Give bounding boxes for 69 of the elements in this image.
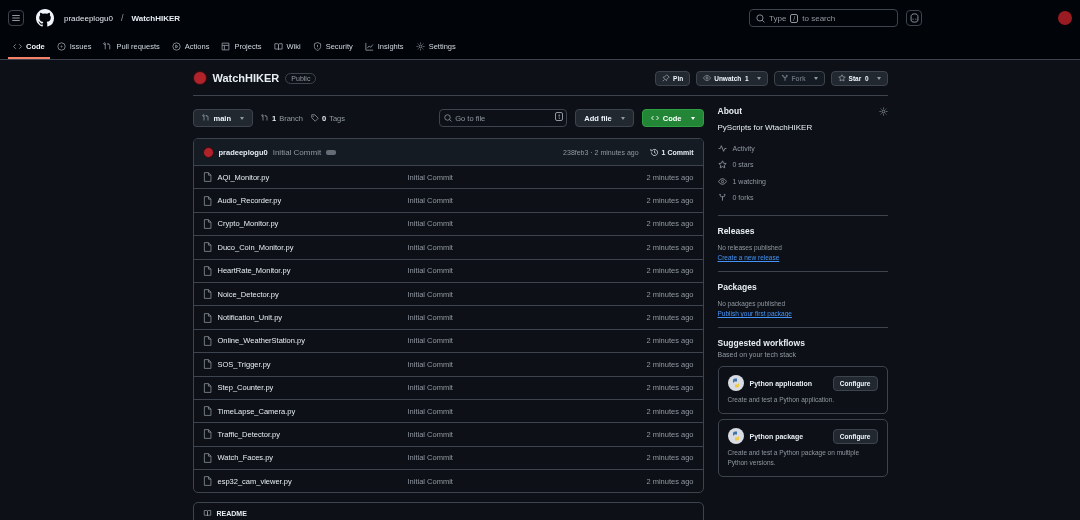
python-logo-icon (727, 375, 744, 391)
caret-icon (620, 116, 625, 120)
ellipsis-icon[interactable] (326, 149, 337, 155)
book-icon (202, 509, 212, 518)
file-icon (202, 476, 212, 487)
octocat-logo-icon[interactable] (36, 9, 54, 27)
file-icon (202, 242, 212, 253)
pull-request-icon (103, 42, 113, 51)
history-icon (649, 147, 659, 157)
caret-icon (240, 116, 244, 120)
code-icon (13, 42, 22, 51)
fork-icon (717, 193, 727, 203)
play-icon (171, 42, 181, 51)
caret-icon (756, 76, 761, 80)
file-icon (202, 195, 212, 206)
file-icon (202, 335, 212, 346)
file-icon (202, 289, 212, 300)
workflows-heading: Suggested workflows (717, 338, 805, 348)
fork-icon (780, 74, 789, 82)
file-icon (202, 382, 212, 393)
file-icon (202, 312, 212, 323)
caret-icon (690, 116, 695, 120)
owner-link[interactable]: pradeeplogu0 (64, 13, 113, 23)
caret-icon (813, 76, 818, 80)
search-icon (444, 114, 453, 122)
issue-icon (56, 42, 66, 51)
about-heading: About (717, 106, 743, 116)
branch-icon (261, 114, 269, 122)
owner-avatar (192, 71, 207, 85)
copilot-button[interactable] (906, 10, 922, 26)
menu-icon (11, 13, 21, 23)
eye-icon (703, 74, 712, 82)
file-icon (202, 218, 212, 229)
file-icon (202, 452, 212, 463)
file-icon (202, 359, 212, 370)
repo-link[interactable]: WatchHIKER (131, 13, 181, 23)
table-icon (221, 42, 231, 51)
eye-icon (717, 176, 727, 186)
file-icon (202, 406, 212, 417)
settings-icon[interactable] (878, 106, 888, 116)
settings-icon (415, 42, 425, 51)
repo-title: WatchHIKER (212, 72, 280, 84)
graph-icon (364, 42, 374, 51)
breadcrumb-separator: / (120, 13, 124, 23)
search-hint: Type (769, 13, 787, 23)
menu-button[interactable] (8, 10, 24, 26)
search-hint-suffix: to search (802, 13, 836, 23)
file-icon (202, 265, 212, 276)
book-icon (273, 42, 283, 51)
tag-icon (310, 114, 319, 122)
search-icon (756, 13, 765, 23)
caret-icon (876, 76, 881, 80)
pulse-icon (717, 143, 727, 153)
author-avatar (202, 146, 214, 158)
python-logo-icon (727, 428, 744, 444)
pin-icon (662, 74, 671, 82)
star-icon (717, 160, 727, 170)
repo-description: PyScripts for WtachHIKER (717, 123, 814, 132)
file-icon (202, 172, 212, 183)
code-icon (650, 114, 659, 122)
commit-message: Initial Commit (272, 147, 322, 157)
robot-icon (908, 13, 920, 23)
file-icon (202, 429, 212, 440)
branch-icon (201, 114, 210, 122)
shield-icon (312, 42, 322, 51)
releases-heading: Releases (717, 226, 755, 236)
packages-heading: Packages (717, 282, 757, 292)
star-icon (837, 74, 846, 82)
user-avatar[interactable] (1058, 11, 1072, 25)
